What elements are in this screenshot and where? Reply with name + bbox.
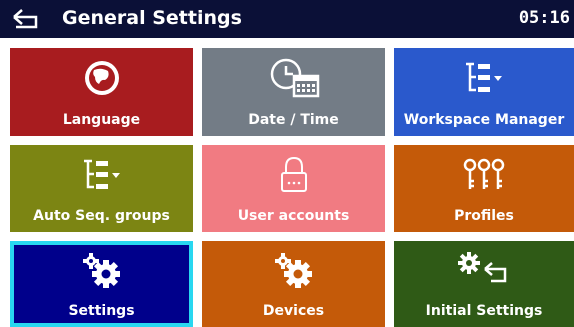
gears-icon — [274, 253, 312, 288]
settings-tile[interactable]: Settings — [10, 241, 193, 327]
initial-settings-tile[interactable]: Initial Settings — [394, 241, 574, 327]
tile-label: Settings — [68, 303, 135, 319]
language-tile[interactable]: Language — [10, 48, 193, 136]
tile-label: Devices — [262, 303, 325, 319]
tree-list-icon — [466, 62, 502, 92]
tile-label: Auto Seq. groups — [33, 208, 170, 224]
tile-label: Language — [62, 112, 141, 128]
tile-label: User accounts — [237, 208, 350, 224]
tile-label: Workspace Manager — [403, 112, 565, 128]
user-accounts-tile[interactable]: User accounts — [202, 145, 385, 232]
tree-list-icon — [83, 159, 120, 189]
tile-label: Initial Settings — [425, 303, 543, 319]
workspace-manager-tile[interactable]: Workspace Manager — [394, 48, 574, 136]
clock-calendar-icon — [270, 58, 319, 98]
globe-icon — [84, 61, 119, 95]
auto-seq-groups-tile[interactable]: Auto Seq. groups — [10, 145, 193, 232]
lock-icon — [280, 156, 307, 192]
tile-label: Profiles — [454, 208, 514, 224]
tile-label: Date / Time — [248, 112, 339, 128]
profiles-tile[interactable]: Profiles — [394, 145, 574, 232]
settings-grid: Language Date / Time Workspace Manager A… — [0, 0, 574, 327]
general-settings-screen: General Settings 05:16 Language Date / T… — [0, 0, 574, 327]
devices-tile[interactable]: Devices — [202, 241, 385, 327]
gears-icon — [82, 253, 120, 288]
keys-icon — [463, 158, 505, 189]
gear-return-icon — [458, 252, 507, 283]
date-time-tile[interactable]: Date / Time — [202, 48, 385, 136]
